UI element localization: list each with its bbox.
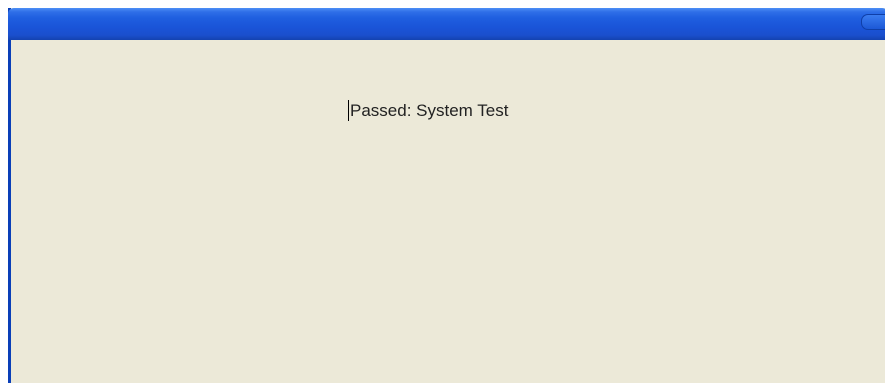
app-window: Passed: System Test [8,8,885,383]
status-message: Passed: System Test [350,100,509,120]
title-bar[interactable] [8,8,885,40]
status-text-field[interactable]: Passed: System Test [348,100,508,121]
window-control-button[interactable] [861,14,885,30]
client-area: Passed: System Test [11,40,885,383]
text-caret [348,100,349,121]
